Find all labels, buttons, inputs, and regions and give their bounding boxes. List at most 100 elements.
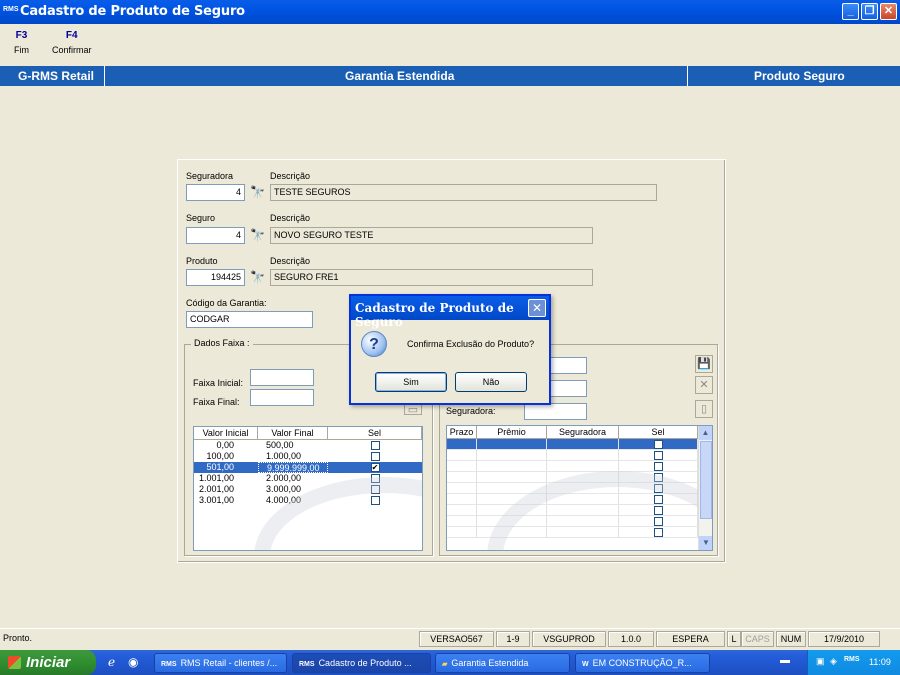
status-version: VERSAO567 (419, 631, 494, 647)
faixa-final-label: Faixa Final: (193, 397, 240, 407)
dialog-close-icon[interactable]: ✕ (528, 299, 546, 317)
table-row[interactable] (447, 450, 712, 461)
col-valor-inicial[interactable]: Valor Inicial (194, 427, 258, 439)
col-valor-final[interactable]: Valor Final (258, 427, 328, 439)
scroll-thumb[interactable] (700, 441, 712, 519)
scroll-up-icon[interactable]: ▲ (699, 426, 712, 440)
valor-final-cell: 2.000,00 (266, 473, 302, 483)
sel-checkbox[interactable] (370, 452, 380, 462)
sim-button[interactable]: Sim (375, 372, 447, 392)
seguro-descricao-field: NOVO SEGURO TESTE (270, 227, 593, 244)
sel-checkbox[interactable] (370, 441, 380, 451)
task-garantia-estendida[interactable]: ▰ Garantia Estendida (435, 653, 570, 673)
status-caps: CAPS (741, 631, 774, 647)
task-rms-retail-clientes[interactable]: RMS RMS Retail - clientes /... (154, 653, 287, 673)
close-icon[interactable]: ✕ (880, 3, 897, 20)
premio-field-2[interactable] (550, 380, 587, 397)
premio-field-1[interactable] (550, 357, 587, 374)
window-title: Cadastro de Produto de Seguro (20, 4, 245, 19)
keyboard-icon[interactable]: ▬ (780, 655, 790, 666)
table-row[interactable]: 0,00 500,00 (194, 440, 422, 451)
faixa-final-input[interactable] (250, 389, 314, 406)
save-icon[interactable]: 💾 (695, 355, 713, 373)
status-l: L (727, 631, 741, 647)
restore-icon[interactable]: ❐ (861, 3, 878, 20)
seguro-input[interactable]: 4 (186, 227, 245, 244)
table-row[interactable]: 501,00 9.999.999,00 ✔ (194, 462, 422, 473)
sel-checkbox[interactable]: ✔ (370, 463, 380, 473)
valor-inicial-cell: 0,00 (216, 440, 234, 450)
ie-icon[interactable]: ℯ (108, 655, 115, 669)
dados-faixa-title: Dados Faixa : (191, 338, 253, 348)
table-row[interactable]: 100,00 1.000,00 (194, 451, 422, 462)
task-cadastro-produto[interactable]: RMS Cadastro de Produto ... (292, 653, 431, 673)
produto-input[interactable]: 194425 (186, 269, 245, 286)
minimize-icon[interactable]: _ (842, 3, 859, 20)
col-prazo[interactable]: Prazo (447, 426, 477, 438)
nao-button[interactable]: Não (455, 372, 527, 392)
windows-flag-icon (8, 656, 21, 669)
binoculars-icon[interactable]: 🔭 (250, 270, 265, 284)
header-module-name: Garantia Estendida (345, 69, 455, 83)
premio-grid-scrollbar[interactable]: ▲ ▼ (698, 426, 712, 550)
status-page: 1-9 (496, 631, 530, 647)
scroll-down-icon[interactable]: ▼ (699, 536, 712, 550)
start-button[interactable]: Iniciar (0, 650, 96, 675)
task-em-construcao[interactable]: W EM CONSTRUÇÃO_R... (575, 653, 710, 673)
header-app-name: G-RMS Retail (18, 69, 95, 83)
col-sel[interactable]: Sel (619, 426, 698, 438)
table-row[interactable] (447, 461, 712, 472)
sel-checkbox[interactable] (653, 451, 663, 461)
seguro-desc-label: Descrição (270, 213, 311, 223)
delete-icon[interactable]: ✕ (695, 376, 713, 394)
produto-label: Produto (186, 256, 218, 266)
valor-inicial-cell: 3.001,00 (198, 495, 234, 505)
binoculars-icon[interactable]: 🔭 (250, 228, 265, 242)
sel-checkbox[interactable] (653, 440, 663, 450)
window-titlebar[interactable]: RMS Cadastro de Produto de Seguro _ ❐ ✕ (0, 0, 900, 24)
new-document-icon[interactable]: ▯ (695, 400, 713, 418)
binoculars-icon[interactable]: 🔭 (250, 185, 265, 199)
status-bar: Pronto. VERSAO567 1-9 VSGUPROD 1.0.0 ESP… (0, 628, 900, 648)
faixa-grid-header: Valor Inicial Valor Final Sel (194, 427, 422, 440)
prazo-cell (447, 494, 477, 504)
prazo-cell (447, 516, 477, 526)
faixa-grid[interactable]: Valor Inicial Valor Final Sel 0,00 500,00… (193, 426, 423, 551)
valor-inicial-cell: 100,00 (206, 451, 234, 461)
premio-seguradora-input[interactable] (524, 403, 587, 420)
seguradora-cell (547, 461, 619, 471)
status-date: 17/9/2010 (808, 631, 880, 647)
confirm-delete-dialog: Cadastro de Produto de Seguro ✕ ? Confir… (349, 294, 551, 405)
valor-inicial-cell: 501,00 (206, 462, 234, 472)
valor-inicial-cell: 1.001,00 (198, 473, 234, 483)
network-icon[interactable]: ▣ (816, 656, 825, 667)
seguradora-descricao-field: TESTE SEGUROS (270, 184, 657, 201)
app-icon: RMS (3, 6, 19, 13)
premio-cell (477, 450, 547, 460)
faixa-inicial-input[interactable] (250, 369, 314, 386)
f3-fim-button[interactable]: F3 Fim (14, 30, 29, 55)
seguradora-label: Seguradora (186, 171, 234, 181)
premio-grid[interactable]: Prazo Prêmio Seguradora Sel ▲ ▼ (446, 425, 713, 551)
status-program-version: 1.0.0 (608, 631, 654, 647)
system-tray: ▣ ◈ RMS 11:09 (807, 650, 900, 675)
seguradora-input[interactable]: 4 (186, 184, 245, 201)
codigo-garantia-label: Código da Garantia: (186, 298, 267, 308)
prazo-cell (447, 450, 477, 460)
sel-checkbox[interactable] (653, 462, 663, 472)
codigo-garantia-input[interactable]: CODGAR (186, 311, 313, 328)
table-row[interactable] (447, 439, 712, 450)
shield-icon[interactable]: ◈ (830, 656, 837, 667)
col-sel[interactable]: Sel (328, 427, 422, 439)
f4-confirmar-button[interactable]: F4 Confirmar (52, 30, 92, 55)
col-seguradora[interactable]: Seguradora (547, 426, 619, 438)
prazo-cell (447, 527, 477, 537)
col-premio[interactable]: Prêmio (477, 426, 547, 438)
prazo-cell (447, 461, 477, 471)
windows-taskbar: Iniciar ℯ ◉ RMS RMS Retail - clientes /..… (0, 650, 900, 675)
rms-tray-icon[interactable]: RMS (844, 656, 860, 663)
seguro-label: Seguro (186, 213, 216, 223)
valor-inicial-cell: 2.001,00 (198, 484, 234, 494)
valor-final-cell: 9.999.999,00 (258, 462, 328, 473)
ie-alt-icon[interactable]: ◉ (128, 655, 138, 669)
